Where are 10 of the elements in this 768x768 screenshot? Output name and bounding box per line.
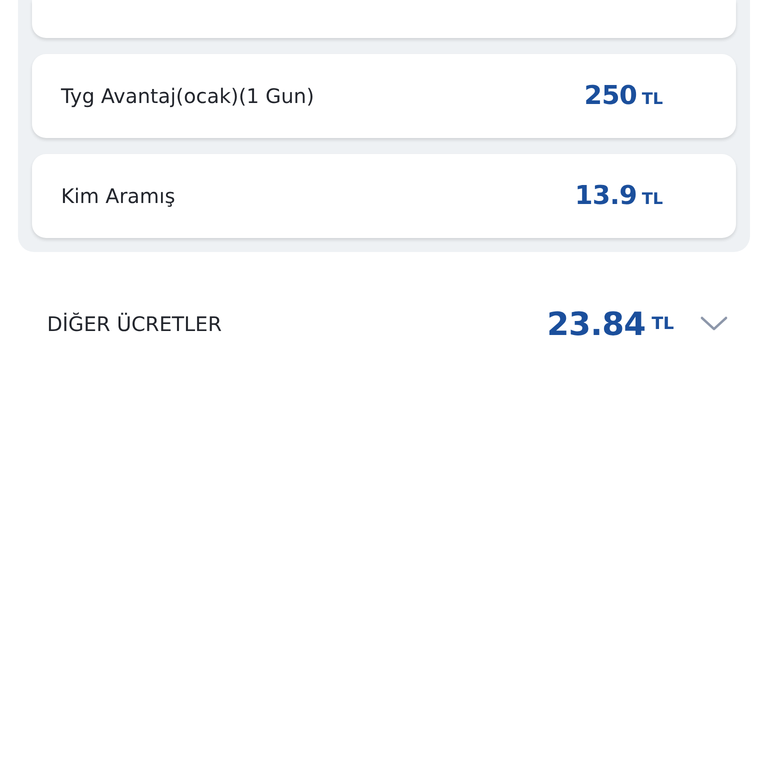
currency-label: TL bbox=[652, 314, 674, 334]
item-name: Kim Aramış bbox=[61, 184, 176, 208]
currency-label: TL bbox=[642, 189, 663, 208]
item-amount: 250 bbox=[584, 81, 637, 111]
item-amount: 13.9 bbox=[574, 181, 637, 211]
item-name: Tyg Avantaj(ocak)(1 Gun) bbox=[61, 84, 314, 108]
other-fees-amount: 23.84 bbox=[546, 305, 646, 343]
currency-label: TL bbox=[642, 89, 663, 108]
chevron-down-icon[interactable] bbox=[700, 316, 728, 332]
other-fees-label: DİĞER ÜCRETLER bbox=[47, 312, 222, 336]
